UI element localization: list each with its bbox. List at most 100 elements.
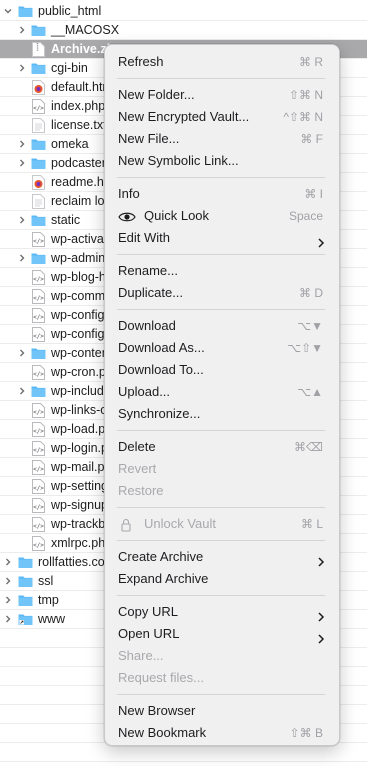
folder-icon <box>31 384 46 398</box>
menu-item-refresh[interactable]: Refresh ⌘ R <box>105 51 339 73</box>
menu-item-new-folder[interactable]: New Folder... ⇧⌘ N <box>105 84 339 106</box>
chevron-right-icon[interactable] <box>3 614 13 624</box>
file-name: wp-content <box>51 346 113 360</box>
svg-text:</>: </> <box>33 523 44 530</box>
tree-row-__MACOSX[interactable]: __MACOSX <box>0 21 367 40</box>
menu-item-label: Revert <box>118 461 157 476</box>
file-name: tmp <box>38 593 59 607</box>
menu-item-upload[interactable]: Upload... ⌥▲ <box>105 381 339 403</box>
text-file-icon <box>32 118 47 133</box>
menu-item-label: Download <box>118 318 176 333</box>
menu-item-new-symbolic-link[interactable]: New Symbolic Link... <box>105 150 339 172</box>
chevron-right-icon[interactable] <box>17 139 27 149</box>
menu-item-label: Request files... <box>118 670 204 685</box>
menu-separator <box>117 309 325 310</box>
menu-item-duplicate[interactable]: Duplicate... ⌘ D <box>105 282 339 304</box>
menu-item-label: Quick Look <box>144 208 210 223</box>
menu-item-shortcut: ⌘ I <box>304 187 323 201</box>
file-name: xmlrpc.php <box>51 536 113 550</box>
menu-item-new-file[interactable]: New File... ⌘ F <box>105 128 339 150</box>
menu-separator <box>117 78 325 79</box>
menu-item-delete[interactable]: Delete ⌘⌫ <box>105 436 339 458</box>
submenu-arrow-icon <box>317 607 325 622</box>
menu-item-copy-url[interactable]: Copy URL <box>105 601 339 623</box>
menu-item-label: Create Archive <box>118 549 204 564</box>
menu-item-shortcut: ⇧⌘ N <box>288 88 323 102</box>
folder-icon <box>31 346 46 360</box>
file-name: license.txt <box>51 118 107 132</box>
lock-icon <box>118 517 136 532</box>
menu-item-unlock-vault: Unlock Vault ⌘ L <box>105 513 339 535</box>
chevron-right-icon[interactable] <box>17 63 27 73</box>
menu-item-label: Download As... <box>118 340 205 355</box>
menu-item-label: New Bookmark <box>118 725 207 740</box>
menu-item-label: Open URL <box>118 626 180 641</box>
menu-item-label: Unlock Vault <box>144 516 217 531</box>
code-file-icon: </> <box>32 422 47 437</box>
chevron-right-icon[interactable] <box>3 576 13 586</box>
svg-text:</>: </> <box>33 295 44 302</box>
svg-text:</>: </> <box>33 333 44 340</box>
code-file-icon: </> <box>32 289 47 304</box>
chevron-down-icon[interactable] <box>3 6 13 16</box>
menu-item-label: Info <box>118 186 140 201</box>
menu-separator <box>117 540 325 541</box>
chevron-right-icon[interactable] <box>3 595 13 605</box>
menu-item-label: Duplicate... <box>118 285 184 300</box>
menu-item-edit-with[interactable]: Edit With <box>105 227 339 249</box>
menu-item-rename[interactable]: Rename... <box>105 260 339 282</box>
code-file-icon: </> <box>32 327 47 342</box>
menu-separator <box>117 254 325 255</box>
menu-item-label: Download To... <box>118 362 204 377</box>
tree-row-public_html[interactable]: public_html <box>0 2 367 21</box>
menu-item-quick-look[interactable]: Quick Look Space <box>105 205 339 227</box>
menu-item-label: Delete <box>118 439 156 454</box>
svg-text:</>: </> <box>33 542 44 549</box>
file-name: index.php <box>51 99 106 113</box>
file-name: www <box>38 612 66 626</box>
folder-icon <box>31 137 46 151</box>
menu-item-new-encrypted-vault[interactable]: New Encrypted Vault... ^⇧⌘ N <box>105 106 339 128</box>
folder-alias-icon <box>18 612 33 626</box>
chevron-right-icon[interactable] <box>17 386 27 396</box>
chevron-right-icon[interactable] <box>17 158 27 168</box>
code-file-icon: </> <box>32 403 47 418</box>
submenu-arrow-icon <box>317 552 325 567</box>
chevron-right-icon[interactable] <box>17 215 27 225</box>
menu-item-open-url[interactable]: Open URL <box>105 623 339 645</box>
menu-item-label: Expand Archive <box>118 571 209 586</box>
chevron-right-icon[interactable] <box>17 25 27 35</box>
firefox-html-icon <box>32 175 47 190</box>
folder-icon <box>31 61 46 75</box>
menu-item-shortcut: ⌥▲ <box>297 385 323 399</box>
menu-item-download[interactable]: Download ⌥▼ <box>105 315 339 337</box>
menu-item-shortcut: ⇧⌘ B <box>289 726 323 740</box>
menu-item-share: Share... <box>105 645 339 667</box>
menu-item-download-to[interactable]: Download To... <box>105 359 339 381</box>
chevron-right-icon[interactable] <box>17 348 27 358</box>
menu-separator <box>117 694 325 695</box>
menu-item-new-bookmark[interactable]: New Bookmark ⇧⌘ B <box>105 722 339 744</box>
menu-item-new-browser[interactable]: New Browser <box>105 700 339 722</box>
context-menu: Refresh ⌘ R New Folder... ⇧⌘ N New Encry… <box>104 44 340 746</box>
code-file-icon: </> <box>32 308 47 323</box>
menu-item-label: Copy URL <box>118 604 178 619</box>
menu-item-label: Synchronize... <box>118 406 201 421</box>
file-name: static <box>51 213 81 227</box>
menu-item-synchronize[interactable]: Synchronize... <box>105 403 339 425</box>
menu-item-shortcut: Space <box>288 209 323 223</box>
svg-text:</>: </> <box>33 276 44 283</box>
menu-item-shortcut: ⌘⌫ <box>294 440 323 454</box>
menu-item-info[interactable]: Info ⌘ I <box>105 183 339 205</box>
menu-separator <box>117 507 325 508</box>
menu-item-create-archive[interactable]: Create Archive <box>105 546 339 568</box>
menu-item-shortcut: ⌘ L <box>300 517 323 531</box>
code-file-icon: </> <box>32 536 47 551</box>
file-name: __MACOSX <box>51 23 120 37</box>
menu-item-download-as[interactable]: Download As... ⌥⇧▼ <box>105 337 339 359</box>
menu-item-expand-archive[interactable]: Expand Archive <box>105 568 339 590</box>
chevron-right-icon[interactable] <box>3 557 13 567</box>
file-name: wp-admin <box>51 251 106 265</box>
chevron-right-icon[interactable] <box>17 253 27 263</box>
svg-text:</>: </> <box>33 409 44 416</box>
